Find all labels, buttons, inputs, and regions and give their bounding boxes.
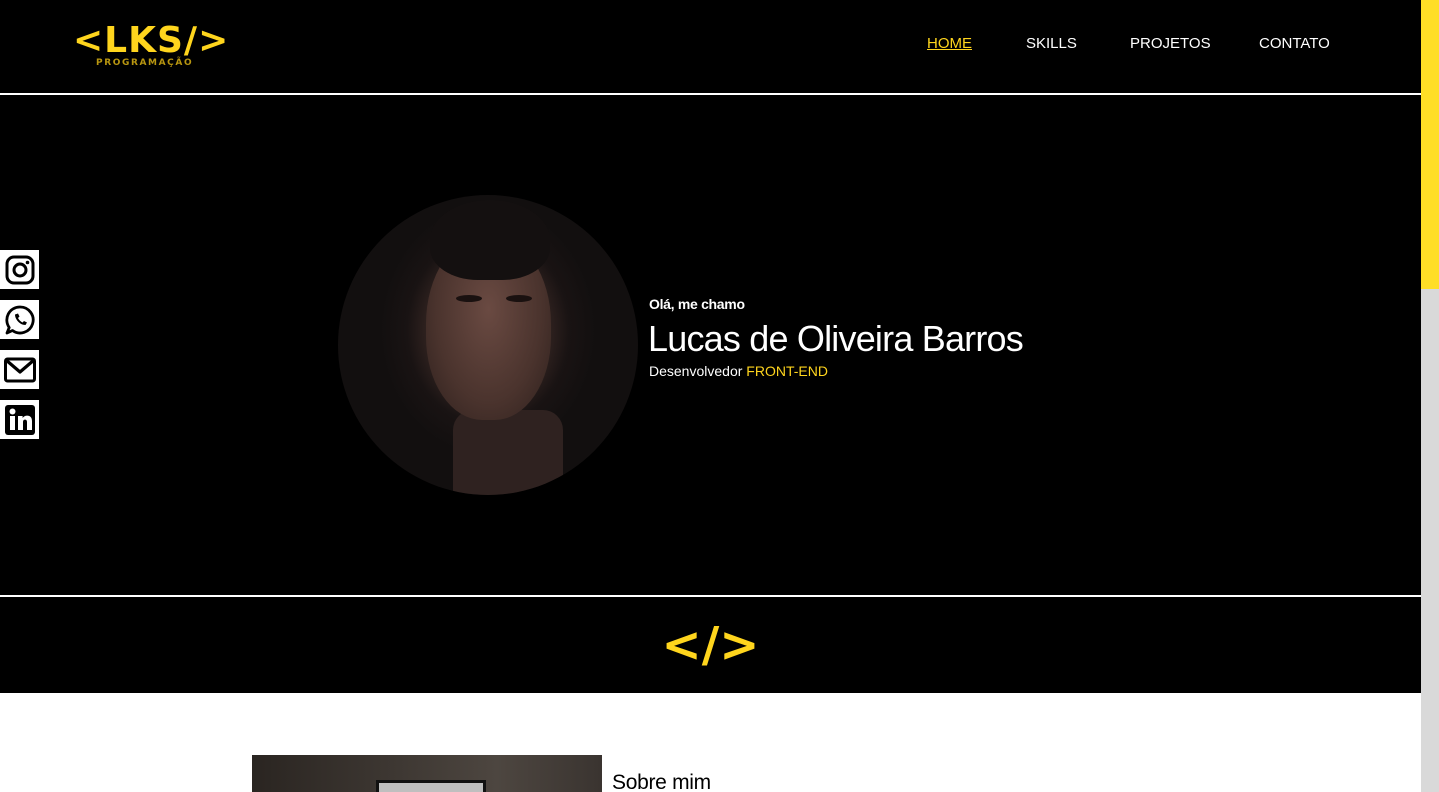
hero-name: Lucas de Oliveira Barros: [648, 318, 1024, 359]
photo-hair: [430, 200, 550, 280]
hero-section: Olá, me chamo Lucas de Oliveira Barros D…: [0, 95, 1421, 595]
scrollbar[interactable]: [1421, 0, 1439, 792]
photo-eye-right: [506, 295, 532, 302]
hero-role: Desenvolvedor FRONT-END: [649, 363, 828, 380]
nav-projetos[interactable]: PROJETOS: [1130, 35, 1211, 53]
logo-text: <LKS/>: [73, 20, 230, 61]
code-symbol: </>: [661, 617, 760, 673]
about-section: Sobre mim: [0, 693, 1421, 792]
about-photo: [252, 755, 602, 792]
role-prefix: Desenvolvedor: [649, 363, 747, 379]
photo-neck: [453, 410, 563, 495]
nav-skills[interactable]: SKILLS: [1026, 35, 1077, 53]
social-linkedin-button[interactable]: [0, 400, 39, 439]
photo-monitor: [376, 780, 486, 792]
social-whatsapp-button[interactable]: [0, 300, 39, 339]
greeting-text: Olá, me chamo: [649, 296, 745, 312]
social-instagram-button[interactable]: [0, 250, 39, 289]
nav-contato[interactable]: CONTATO: [1259, 35, 1330, 53]
social-gmail-button[interactable]: [0, 350, 39, 389]
page: <LKS/> PROGRAMAÇÃO HOME SKILLS PROJETOS …: [0, 0, 1439, 792]
header: <LKS/> PROGRAMAÇÃO HOME SKILLS PROJETOS …: [0, 0, 1421, 93]
whatsapp-icon: [4, 305, 35, 334]
profile-photo: [338, 195, 638, 495]
logo[interactable]: <LKS/> PROGRAMAÇÃO: [73, 22, 228, 74]
gmail-icon: [3, 357, 36, 382]
instagram-icon: [5, 255, 34, 284]
linkedin-icon: [4, 404, 35, 435]
code-band: </>: [0, 597, 1421, 693]
nav-home[interactable]: HOME: [927, 35, 972, 53]
photo-eye-left: [456, 295, 482, 302]
scrollbar-thumb[interactable]: [1421, 0, 1439, 289]
logo-subtitle: PROGRAMAÇÃO: [96, 58, 194, 68]
about-title: Sobre mim: [612, 771, 711, 792]
role-accent: FRONT-END: [746, 363, 828, 379]
